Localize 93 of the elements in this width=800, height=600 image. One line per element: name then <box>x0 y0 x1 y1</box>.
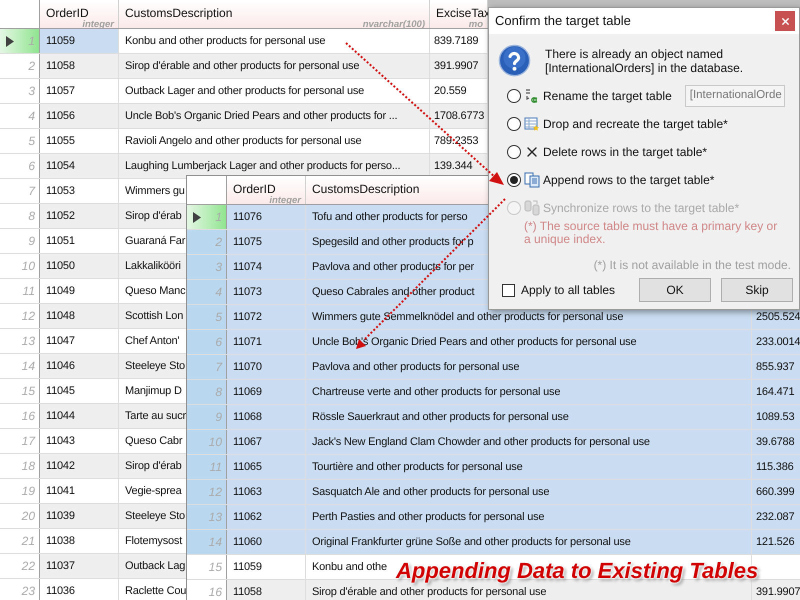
close-icon <box>780 16 790 26</box>
table-cell: 11068 <box>227 405 306 429</box>
dialog-button[interactable]: OK <box>639 278 711 302</box>
table-cell: Original Frankfurter grüne Soße and other products for personal use <box>306 530 752 554</box>
close-button[interactable] <box>775 11 795 31</box>
row-header[interactable]: 1 <box>187 205 227 229</box>
radio-button[interactable] <box>507 173 521 187</box>
table-cell: 11058 <box>227 580 306 600</box>
table-cell: 11059 <box>40 29 119 53</box>
table-cell: 11060 <box>227 530 306 554</box>
table-cell: 11056 <box>40 104 119 128</box>
table-cell: 391.9907 <box>430 54 488 78</box>
column-header[interactable]: OrderID integer <box>40 0 119 28</box>
table-cell: Rössle Sauerkraut and other products for personal use <box>306 405 752 429</box>
table-cell: 11037 <box>40 554 119 578</box>
row-header[interactable]: 4 <box>187 280 227 304</box>
table-cell: 11042 <box>40 454 119 478</box>
row-header[interactable]: 3 <box>187 255 227 279</box>
table-cell: 11071 <box>227 330 306 354</box>
rename-icon <box>524 88 540 104</box>
dialog-title: Confirm the target table <box>495 12 631 30</box>
table-cell: 391.9907 <box>752 580 800 600</box>
table-cell: 1089.53 <box>752 405 800 429</box>
table-cell: 11048 <box>40 304 119 328</box>
column-header[interactable]: CustomsDescription nvarchar(100) <box>119 0 430 28</box>
table-cell: Sirop d'érable and other products for personal use <box>119 54 430 78</box>
column-header[interactable]: OrderID integer <box>227 176 306 204</box>
row-header[interactable]: 1 <box>0 29 40 53</box>
table-cell: 855.937 <box>752 355 800 379</box>
current-row-arrow-icon <box>193 212 201 222</box>
table-cell: 11063 <box>227 480 306 504</box>
table-cell: 11065 <box>227 455 306 479</box>
table-cell: Jack's New England Clam Chowder and other products for personal use <box>306 430 752 454</box>
table-cell: 11052 <box>40 204 119 228</box>
option-label[interactable]: Append rows to the target table* <box>543 171 714 189</box>
table-cell: 11072 <box>227 305 306 329</box>
message-text: There is already an object named [InternationalOrders] in the database. <box>545 46 744 75</box>
table-cell: Sasquatch Ale and other products for personal use <box>306 480 752 504</box>
table-cell: 11069 <box>227 380 306 404</box>
table-cell: 11050 <box>40 254 119 278</box>
table-cell: 121.526 <box>752 530 800 554</box>
table-cell: Uncle Bob's Organic Dried Pears and other products for ... <box>119 104 430 128</box>
checkbox[interactable] <box>502 284 515 296</box>
radio-button[interactable] <box>507 145 521 159</box>
option-label[interactable]: Delete rows in the target table* <box>543 143 708 161</box>
column-header[interactable]: ExciseTax mo <box>430 0 488 28</box>
checkbox-label[interactable]: Apply to all tables <box>521 281 616 299</box>
row-header[interactable]: 2 <box>187 230 227 254</box>
row-header[interactable]: 6 <box>187 330 227 354</box>
table-cell: 11044 <box>40 404 119 428</box>
table-cell: 11062 <box>227 505 306 529</box>
row-header[interactable]: 9 <box>187 405 227 429</box>
table-cell: 11046 <box>40 354 119 378</box>
table-cell: Perth Pasties and other products for personal use <box>306 505 752 529</box>
table-cell: 11074 <box>227 255 306 279</box>
table-cell: Chartreuse verte and other products for personal use <box>306 380 752 404</box>
table-cell: 11070 <box>227 355 306 379</box>
table-star-icon <box>524 116 540 132</box>
table-cell: 11075 <box>227 230 306 254</box>
radio-button[interactable] <box>507 117 521 131</box>
row-header[interactable]: 12 <box>187 480 227 504</box>
name-field[interactable]: [InternationalOrde <box>684 85 785 107</box>
table-cell: 11076 <box>227 205 306 229</box>
table-cell: 1708.6773 <box>430 104 488 128</box>
row-header[interactable]: 7 <box>187 355 227 379</box>
row-header[interactable]: 14 <box>187 530 227 554</box>
table-cell: Pavlova and other products for personal use <box>306 355 752 379</box>
table-cell: 11073 <box>227 280 306 304</box>
table-cell: 660.399 <box>752 480 800 504</box>
dialog-button[interactable]: Skip <box>721 278 793 302</box>
table-cell: 164.471 <box>752 380 800 404</box>
table-cell: 11067 <box>227 430 306 454</box>
option-label[interactable]: Rename the target table <box>543 87 672 105</box>
row-header[interactable]: 5 <box>187 305 227 329</box>
table-cell: Laughing Lumberjack Lager and other products for perso... <box>119 154 430 178</box>
row-header[interactable]: 10 <box>187 430 227 454</box>
table-cell: Tourtière and other products for personal use <box>306 455 752 479</box>
question-icon <box>498 44 531 77</box>
radio-button[interactable] <box>507 89 521 103</box>
documents-icon <box>524 172 540 188</box>
table-cell: 233.0014 <box>752 330 800 354</box>
option-label[interactable]: Drop and recreate the target table* <box>543 115 728 133</box>
table-cell: 39.6788 <box>752 430 800 454</box>
current-row-arrow-icon <box>6 36 14 46</box>
table-cell: 11039 <box>40 504 119 528</box>
database-sync-icon <box>524 199 540 217</box>
row-header[interactable]: 11 <box>187 455 227 479</box>
row-header[interactable]: 13 <box>187 505 227 529</box>
row-header[interactable]: 8 <box>187 380 227 404</box>
table-cell: 232.087 <box>752 505 800 529</box>
table-cell: 11054 <box>40 154 119 178</box>
table-cell: 11058 <box>40 54 119 78</box>
table-cell: 115.386 <box>752 455 800 479</box>
